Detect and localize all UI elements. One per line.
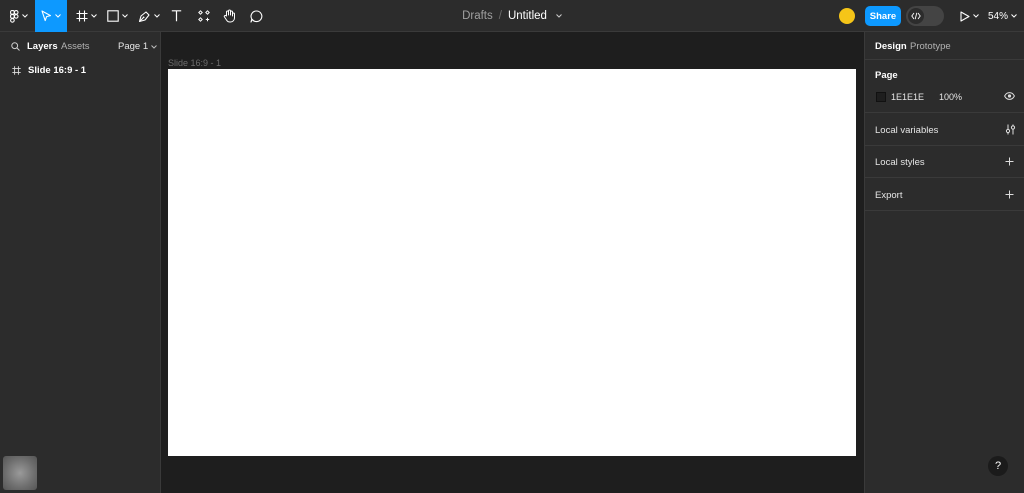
- chevron-down-icon: [154, 14, 160, 18]
- zoom-dropdown[interactable]: 54%: [988, 0, 1017, 32]
- page-color-hex[interactable]: 1E1E1E: [891, 92, 924, 102]
- help-button[interactable]: ?: [988, 456, 1008, 476]
- cursor-arrow-icon: [41, 10, 52, 22]
- divider: [865, 59, 1024, 60]
- local-variables-button[interactable]: [1004, 123, 1016, 135]
- resources-grid-icon: [198, 10, 210, 22]
- page-color-swatch[interactable]: [876, 92, 886, 102]
- local-styles-label: Local styles: [875, 157, 925, 168]
- chevron-down-icon: [1011, 14, 1017, 18]
- pen-nib-icon: [138, 10, 150, 22]
- chevron-down-icon[interactable]: [556, 14, 562, 18]
- present-button[interactable]: [957, 0, 981, 32]
- chevron-down-icon: [55, 14, 61, 18]
- divider: [865, 177, 1024, 178]
- user-avatar[interactable]: [839, 8, 855, 24]
- frame-label[interactable]: Slide 16:9 - 1: [168, 58, 221, 68]
- breadcrumb-drafts-link[interactable]: Drafts: [462, 10, 493, 22]
- left-panel-tabs: Layers Assets Page 1: [0, 32, 160, 59]
- chevron-down-icon: [22, 14, 28, 18]
- rectangle-icon: [106, 10, 119, 22]
- chevron-down-icon: [121, 14, 128, 18]
- account-thumbnail[interactable]: [3, 456, 37, 490]
- play-icon: [959, 10, 970, 22]
- right-panel: Design Prototype Page 1E1E1E 100% Local …: [864, 32, 1024, 493]
- layer-name: Slide 16:9 - 1: [28, 64, 87, 76]
- zoom-label: 54%: [988, 10, 1009, 22]
- figma-logo-icon: [10, 9, 19, 23]
- chevron-down-icon: [972, 14, 979, 18]
- page-select-label: Page 1: [118, 41, 149, 52]
- tab-design[interactable]: Design: [875, 41, 907, 52]
- local-variables-label: Local variables: [875, 125, 939, 136]
- plus-icon: [1005, 190, 1013, 198]
- page-select[interactable]: Page 1: [118, 41, 157, 52]
- hand-tool-button[interactable]: [219, 0, 239, 32]
- dev-mode-knob: [908, 8, 924, 24]
- frame-icon: [12, 65, 21, 75]
- main-menu-button[interactable]: [4, 0, 34, 32]
- divider: [865, 112, 1024, 113]
- chevron-down-icon: [90, 14, 97, 18]
- eye-icon: [1003, 92, 1015, 100]
- top-toolbar: Drafts / Untitled Share 54%: [0, 0, 1024, 32]
- pen-tool-button[interactable]: [136, 0, 162, 32]
- add-export-button[interactable]: [1004, 189, 1014, 199]
- layer-row[interactable]: Slide 16:9 - 1: [0, 62, 160, 78]
- file-name-button[interactable]: Untitled: [508, 10, 547, 22]
- variables-adjust-icon: [1005, 124, 1015, 134]
- plus-icon: [1005, 157, 1013, 165]
- export-label: Export: [875, 190, 903, 201]
- add-local-style-button[interactable]: [1004, 156, 1014, 166]
- dev-mode-toggle[interactable]: [906, 6, 944, 26]
- page-section-title: Page: [875, 70, 898, 81]
- frame-hash-icon: [76, 10, 87, 22]
- code-brackets-icon: [911, 12, 921, 20]
- resources-tool-button[interactable]: [194, 0, 214, 32]
- tab-prototype[interactable]: Prototype: [910, 41, 951, 52]
- frame-tool-button[interactable]: [73, 0, 99, 32]
- visibility-toggle[interactable]: [1003, 91, 1015, 101]
- divider: [865, 145, 1024, 146]
- tab-layers[interactable]: Layers: [27, 41, 58, 52]
- chevron-down-icon: [151, 44, 157, 49]
- search-icon[interactable]: [11, 42, 20, 51]
- share-button[interactable]: Share: [865, 6, 901, 26]
- divider: [865, 210, 1024, 211]
- comment-bubble-icon: [249, 9, 262, 23]
- text-tool-button[interactable]: [166, 0, 186, 32]
- slide-frame[interactable]: [168, 69, 856, 456]
- hand-icon: [223, 9, 235, 23]
- page-color-opacity[interactable]: 100%: [939, 92, 962, 102]
- move-tool-button[interactable]: [35, 0, 67, 32]
- comment-tool-button[interactable]: [246, 0, 266, 32]
- tab-assets[interactable]: Assets: [61, 41, 90, 52]
- breadcrumb-separator: /: [498, 10, 502, 22]
- shape-tool-button[interactable]: [104, 0, 130, 32]
- left-panel: Layers Assets Page 1 Slide 16:9 - 1: [0, 32, 161, 493]
- text-t-icon: [171, 10, 181, 22]
